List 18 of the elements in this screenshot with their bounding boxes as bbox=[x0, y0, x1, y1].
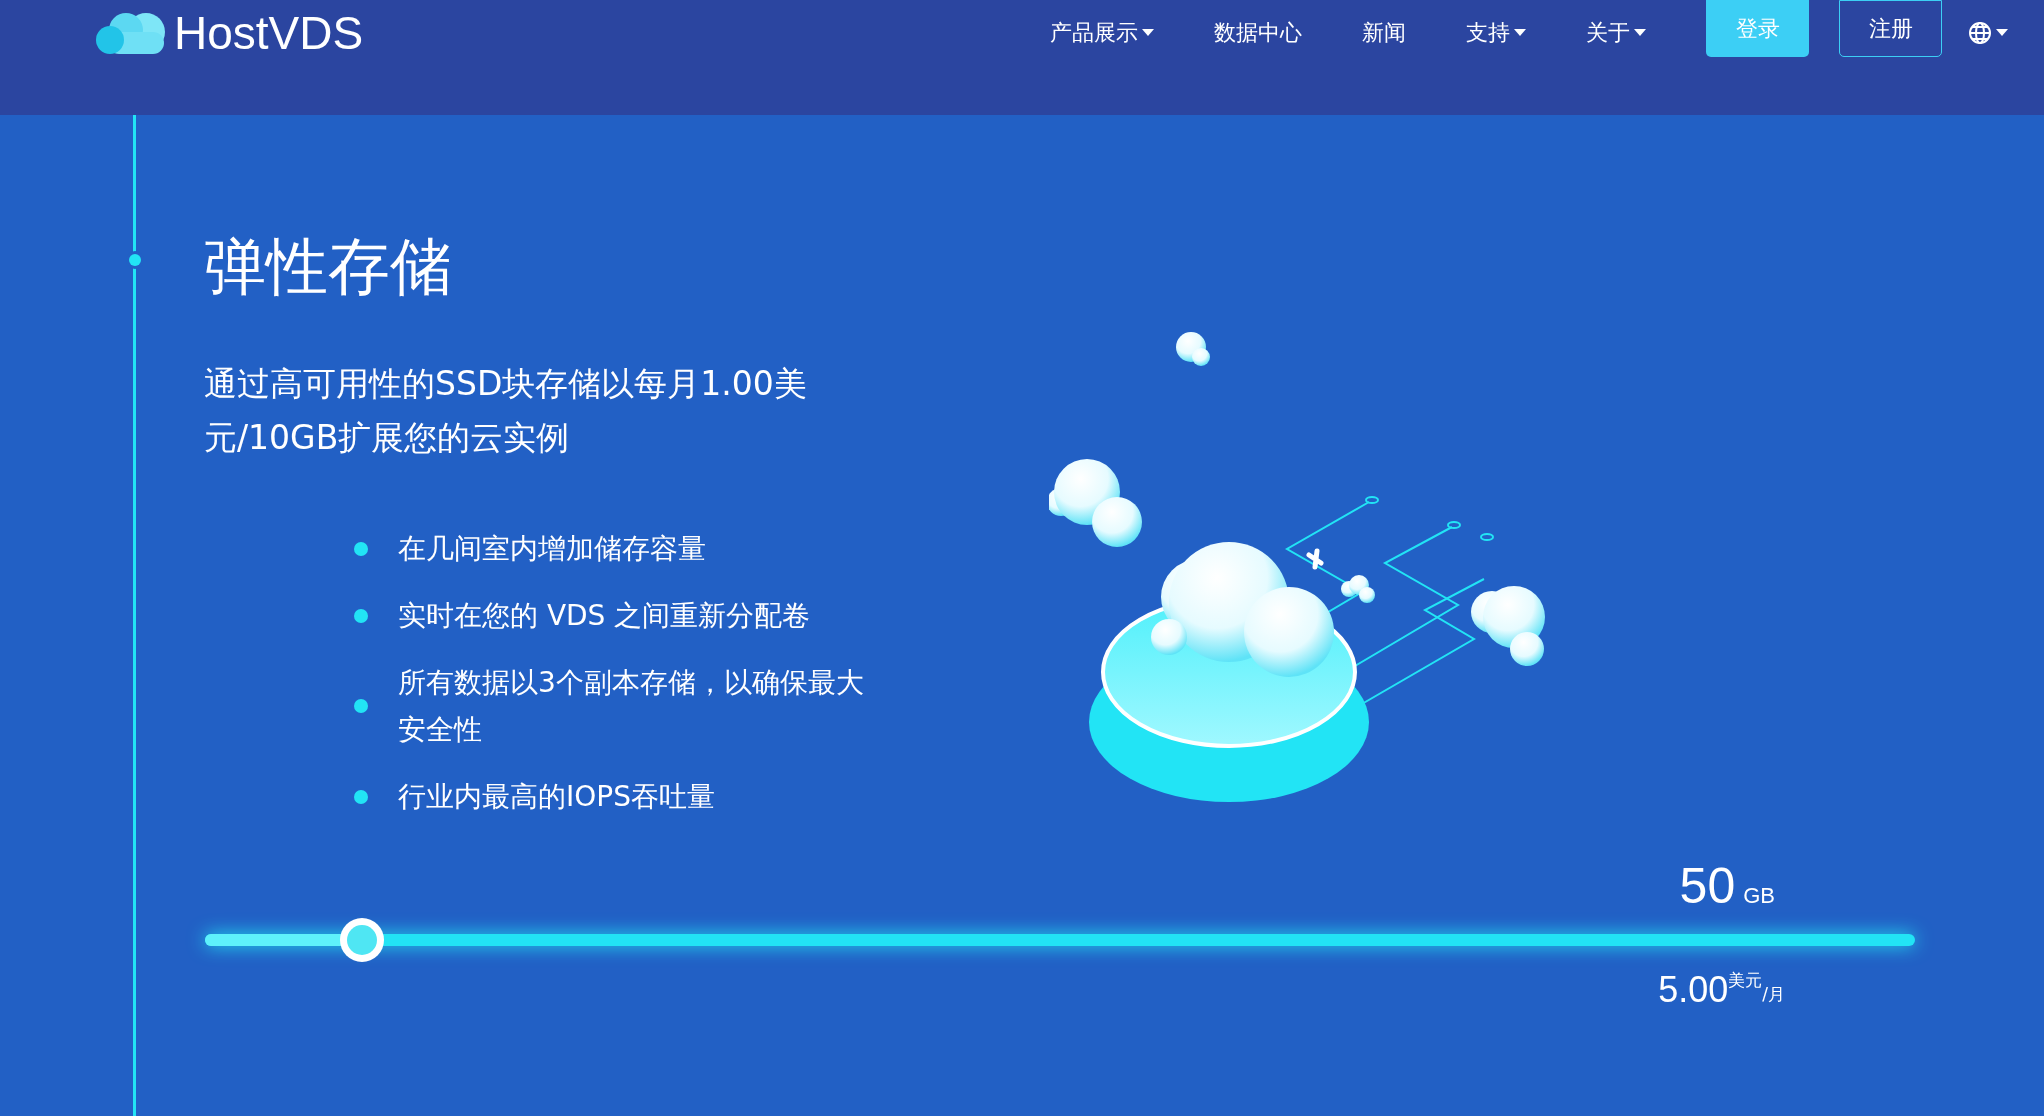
feature-text: 行业内最高的IOPS吞吐量 bbox=[398, 779, 716, 815]
nav-link[interactable]: 关于 bbox=[1556, 10, 1676, 55]
feature-text: 实时在您的 VDS 之间重新分配卷 bbox=[398, 598, 812, 634]
register-button[interactable]: 注册 bbox=[1839, 0, 1942, 57]
nav-link[interactable]: 产品展示 bbox=[1020, 10, 1184, 55]
price-amount: 5.00 bbox=[1658, 972, 1729, 1008]
feature-text: 在几间室内增加储存容量 bbox=[398, 531, 707, 567]
subtitle: 通过高可用性的SSD块存储以每月1.00美元/10GB扩展您的云实例 bbox=[204, 363, 808, 459]
nav-link[interactable]: 支持 bbox=[1436, 10, 1556, 55]
price-currency: 美元 bbox=[1728, 972, 1763, 989]
logo-text: HostVDS bbox=[174, 10, 364, 56]
storage-unit: GB bbox=[1743, 882, 1775, 910]
price-period: /月 bbox=[1762, 986, 1785, 1003]
feature-text: 所有数据以3个副本存储，以确保最大安全性 bbox=[398, 665, 865, 748]
storage-amount: 50 bbox=[1679, 861, 1736, 911]
nav-link[interactable]: 新闻 bbox=[1332, 10, 1436, 55]
page-title: 弹性存储 bbox=[204, 229, 453, 305]
nav-link[interactable]: 数据中心 bbox=[1184, 10, 1332, 55]
